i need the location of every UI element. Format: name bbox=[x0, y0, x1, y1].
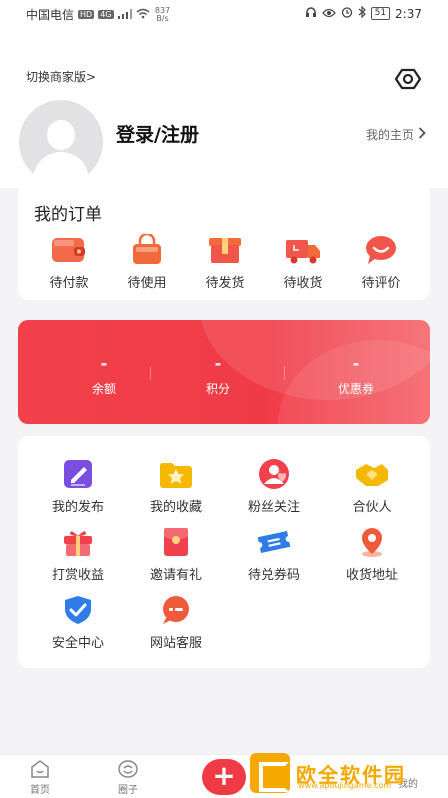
profile-header: 切换商家版> 登录/注册 我的主页 bbox=[0, 28, 448, 188]
service-label: 邀请有礼 bbox=[149, 568, 202, 583]
balance-value: - bbox=[100, 354, 108, 373]
watermark-logo-icon bbox=[250, 753, 290, 793]
coupons-item[interactable]: - 优惠券 bbox=[316, 356, 396, 397]
service-customer-support[interactable]: 网站客服 bbox=[131, 594, 221, 651]
switch-merchant-link[interactable]: 切换商家版> bbox=[26, 68, 96, 85]
balance-label: 余额 bbox=[91, 382, 116, 396]
points-value: - bbox=[214, 354, 222, 373]
order-item-label: 待评价 bbox=[361, 276, 401, 291]
order-item-label: 待发货 bbox=[205, 276, 245, 291]
order-to-receive[interactable]: 待收货 bbox=[264, 234, 342, 291]
tab-home[interactable]: 首页 bbox=[15, 759, 65, 796]
service-partner[interactable]: 合伙人 bbox=[327, 458, 417, 515]
settings-gear-icon[interactable] bbox=[394, 65, 422, 93]
fans-icon bbox=[229, 458, 319, 490]
location-icon bbox=[327, 526, 417, 558]
tab-circle[interactable]: 圈子 bbox=[103, 759, 153, 796]
service-label: 粉丝关注 bbox=[247, 500, 300, 515]
watermark-url: www.apoujingame.com bbox=[298, 781, 392, 790]
points-label: 积分 bbox=[205, 382, 230, 396]
order-pending-payment[interactable]: 待付款 bbox=[30, 234, 108, 291]
order-to-ship[interactable]: 待发货 bbox=[186, 234, 264, 291]
service-icon bbox=[131, 594, 221, 626]
hd-badge: HD bbox=[78, 10, 95, 19]
eye-icon bbox=[321, 7, 336, 21]
homepage-label: 我的主页 bbox=[365, 128, 414, 142]
service-label: 安全中心 bbox=[51, 636, 104, 651]
service-coupon-codes[interactable]: 待兑券码 bbox=[229, 526, 319, 583]
coupons-label: 优惠券 bbox=[337, 382, 374, 396]
chevron-right-icon bbox=[418, 127, 426, 142]
network-badge: 4G bbox=[98, 10, 114, 19]
circle-icon bbox=[103, 759, 153, 779]
my-homepage-link[interactable]: 我的主页 bbox=[366, 126, 426, 143]
truck-icon bbox=[264, 234, 342, 266]
points-item[interactable]: - 积分 bbox=[178, 356, 258, 397]
service-security[interactable]: 安全中心 bbox=[33, 594, 123, 651]
wallet-divider bbox=[150, 366, 151, 380]
service-label: 合伙人 bbox=[352, 500, 392, 515]
shield-icon bbox=[33, 594, 123, 626]
headset-icon bbox=[305, 6, 317, 21]
bag-icon bbox=[108, 234, 186, 266]
carrier-label: 中国电信 bbox=[26, 8, 75, 22]
red-envelope-icon bbox=[131, 526, 221, 558]
order-item-label: 待付款 bbox=[49, 276, 89, 291]
balance-item[interactable]: - 余额 bbox=[64, 356, 144, 397]
service-label: 收货地址 bbox=[345, 568, 398, 583]
order-to-review[interactable]: 待评价 bbox=[342, 234, 420, 291]
speed-unit: B/s bbox=[156, 13, 169, 23]
service-my-posts[interactable]: 我的发布 bbox=[33, 458, 123, 515]
services-card: 我的发布 我的收藏 粉丝关注 合伙人 打赏收益 邀请有礼 待兑券码 收货地址 安… bbox=[18, 436, 430, 668]
wallet-icon bbox=[30, 234, 108, 266]
status-right: 51 2:37 bbox=[305, 5, 422, 21]
ticket-icon bbox=[229, 526, 319, 558]
signal-icon bbox=[117, 8, 132, 22]
clock-time: 2:37 bbox=[395, 6, 422, 21]
service-tips-income[interactable]: 打赏收益 bbox=[33, 526, 123, 583]
alarm-icon bbox=[341, 6, 353, 21]
status-left: 中国电信 HD 4G 837 B/s bbox=[26, 6, 172, 23]
tab-label: 首页 bbox=[30, 785, 50, 796]
wallet-card: - 余额 - 积分 - 优惠券 bbox=[18, 320, 430, 424]
star-folder-icon bbox=[131, 458, 221, 490]
order-to-use[interactable]: 待使用 bbox=[108, 234, 186, 291]
avatar[interactable] bbox=[19, 100, 103, 184]
login-register-link[interactable]: 登录/注册 bbox=[116, 120, 199, 147]
wallet-divider bbox=[284, 366, 285, 380]
tab-label: 圈子 bbox=[118, 785, 138, 796]
orders-title: 我的订单 bbox=[34, 205, 102, 225]
service-label: 待兑券码 bbox=[247, 568, 300, 583]
orders-row: 待付款 待使用 待发货 待收货 待评价 bbox=[18, 234, 430, 291]
network-speed: 837 B/s bbox=[154, 6, 172, 23]
service-fans[interactable]: 粉丝关注 bbox=[229, 458, 319, 515]
add-post-button[interactable]: + bbox=[202, 759, 246, 795]
service-invite[interactable]: 邀请有礼 bbox=[131, 526, 221, 583]
comment-icon bbox=[342, 234, 420, 266]
handshake-icon bbox=[327, 458, 417, 490]
service-label: 我的收藏 bbox=[149, 500, 202, 515]
bluetooth-icon bbox=[358, 5, 366, 21]
order-item-label: 待收货 bbox=[283, 276, 323, 291]
watermark: 欧全软件园 bbox=[250, 748, 440, 798]
gift-icon bbox=[33, 526, 123, 558]
orders-card: 我的订单 待付款 待使用 待发货 待收货 待评价 bbox=[18, 184, 430, 300]
status-bar: 中国电信 HD 4G 837 B/s 51 2:37 bbox=[0, 0, 448, 28]
box-icon bbox=[186, 234, 264, 266]
service-favorites[interactable]: 我的收藏 bbox=[131, 458, 221, 515]
order-item-label: 待使用 bbox=[127, 276, 167, 291]
service-label: 我的发布 bbox=[51, 500, 104, 515]
coupons-value: - bbox=[352, 354, 360, 373]
wifi-icon bbox=[136, 8, 150, 22]
service-label: 打赏收益 bbox=[51, 568, 104, 583]
home-icon bbox=[15, 759, 65, 779]
service-label: 网站客服 bbox=[149, 636, 202, 651]
service-address[interactable]: 收货地址 bbox=[327, 526, 417, 583]
battery-icon: 51 bbox=[370, 7, 391, 20]
edit-icon bbox=[33, 458, 123, 490]
